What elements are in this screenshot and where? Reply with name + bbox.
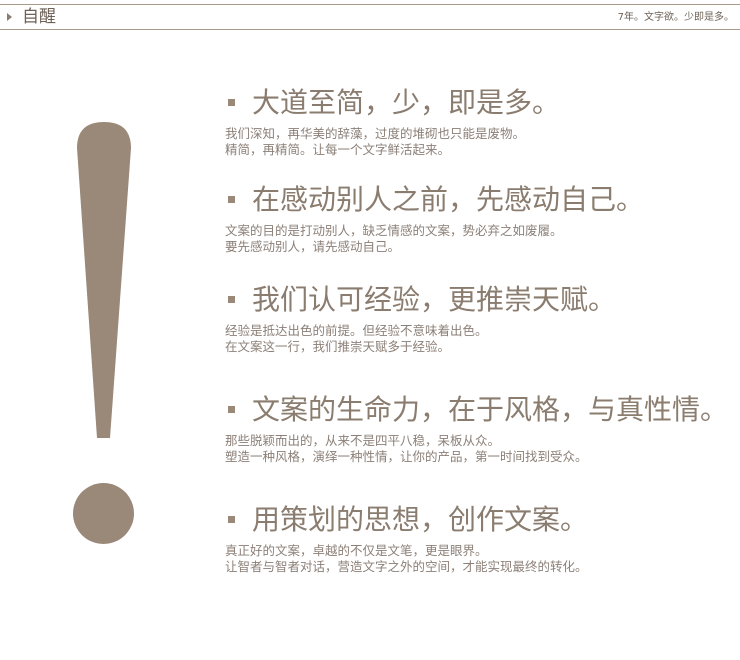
principle-description-line: 真正好的文案，卓越的不仅是文笔，更是眼界。: [225, 543, 488, 558]
square-bullet-icon: [228, 196, 235, 203]
principle-description-line: 经验是抵达出色的前提。但经验不意味着出色。: [225, 323, 488, 338]
principle-item-1: 大道至简，少，即是多。 我们深知，再华美的辞藻，过度的堆砌也只能是废物。 精简，…: [225, 86, 740, 158]
principle-description-line: 在文案这一行，我们推崇天赋多于经验。: [225, 339, 451, 354]
square-bullet-icon: [228, 296, 235, 303]
exclamation-dot: [73, 483, 134, 544]
principle-heading: 大道至简，少，即是多。: [252, 86, 561, 119]
principle-heading: 我们认可经验，更推崇天赋。: [252, 283, 617, 316]
principle-description-line: 要先感动别人，请先感动自己。: [225, 239, 401, 254]
principle-item-5: 用策划的思想，创作文案。 真正好的文案，卓越的不仅是文笔，更是眼界。 让智者与智…: [225, 503, 740, 575]
principle-description-line: 精简，再精简。让每一个文字鲜活起来。: [225, 142, 451, 157]
header-tagline: 7年。文字欲。少即是多。: [617, 12, 734, 23]
principle-description-line: 塑造一种风格，演绎一种性情，让你的产品，第一时间找到受众。: [225, 449, 588, 464]
exclamation-mark-icon: [77, 122, 131, 438]
principle-heading: 在感动别人之前，先感动自己。: [252, 183, 645, 216]
principle-heading: 文案的生命力，在于风格，与真性情。: [252, 393, 729, 426]
principle-item-4: 文案的生命力，在于风格，与真性情。 那些脱颖而出的，从来不是四平八稳，呆板从众。…: [225, 393, 740, 465]
principle-description-line: 文案的目的是打动别人，缺乏情感的文案，势必弃之如废履。: [225, 223, 563, 238]
principle-heading: 用策划的思想，创作文案。: [252, 503, 589, 536]
square-bullet-icon: [228, 99, 235, 106]
principle-item-3: 我们认可经验，更推崇天赋。 经验是抵达出色的前提。但经验不意味着出色。 在文案这…: [225, 283, 740, 355]
principle-item-2: 在感动别人之前，先感动自己。 文案的目的是打动别人，缺乏情感的文案，势必弃之如废…: [225, 183, 740, 255]
square-bullet-icon: [228, 516, 235, 523]
principle-description-line: 我们深知，再华美的辞藻，过度的堆砌也只能是废物。: [225, 126, 526, 141]
square-bullet-icon: [228, 406, 235, 413]
principle-description-line: 让智者与智者对话，营造文字之外的空间，才能实现最终的转化。: [225, 559, 588, 574]
exclamation-bar: [77, 122, 131, 438]
principle-description-line: 那些脱颖而出的，从来不是四平八稳，呆板从众。: [225, 433, 501, 448]
